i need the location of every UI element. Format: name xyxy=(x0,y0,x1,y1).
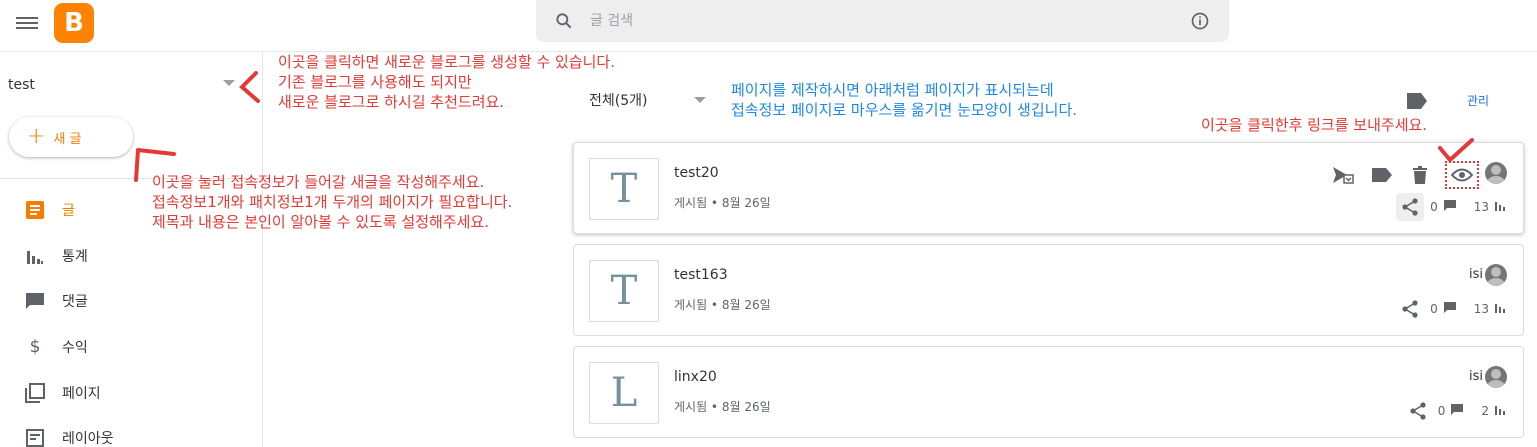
annotation-line: 페이지를 제작하시면 아래처럼 페이지가 표시되는데 xyxy=(731,81,1054,99)
comment-count: 0 xyxy=(1437,404,1446,418)
sidebar-item-comments[interactable]: 댓글 xyxy=(0,281,263,321)
sidebar-item-earnings[interactable]: $ 수익 xyxy=(0,327,263,367)
annotation-line: 기존 블로그를 사용해도 되지만 xyxy=(278,73,472,91)
post-stats: 0 13 xyxy=(1396,295,1507,323)
post-title[interactable]: test163 xyxy=(674,267,728,283)
blog-name: test xyxy=(8,77,35,93)
annotation-line: 접속정보1개와 패치정보1개 두개의 페이지가 필요합니다. xyxy=(152,193,513,211)
post-title[interactable]: test20 xyxy=(674,165,719,181)
stats-icon xyxy=(1495,200,1507,214)
sidebar-item-label: 댓글 xyxy=(62,294,88,310)
annotation-line: 접속정보 페이지로 마우스를 옮기면 눈모양이 생깁니다. xyxy=(731,101,1078,119)
post-item[interactable]: T test163 게시됨 • 8월 26일 isi 0 13 xyxy=(573,244,1524,336)
sidebar-item-label: 통계 xyxy=(62,249,88,265)
annotation-line: 제목과 내용은 본인이 알아볼 수 있도록 설정해주세요. xyxy=(152,213,489,231)
share-icon[interactable] xyxy=(1404,397,1432,425)
thumbnail-letter: T xyxy=(610,268,638,314)
post-thumbnail: L xyxy=(589,362,659,424)
post-thumbnail: T xyxy=(589,158,659,220)
checkmark-icon xyxy=(1438,138,1474,162)
label-icon[interactable] xyxy=(1369,162,1395,188)
top-bar: B xyxy=(0,0,1537,52)
comment-icon xyxy=(1443,302,1456,316)
post-thumbnail: T xyxy=(589,260,659,322)
post-meta: 게시됨 • 8월 26일 xyxy=(674,298,771,312)
sidebar-item-pages[interactable]: 페이지 xyxy=(0,373,263,413)
annotation-new-post: 이곳을 눌러 접속정보가 들어갈 새글을 작성해주세요. 접속정보1개와 패치정… xyxy=(152,172,512,232)
avatar[interactable] xyxy=(1485,366,1507,388)
view-count: 13 xyxy=(1473,302,1489,316)
stats-icon xyxy=(1495,302,1507,316)
share-icon[interactable] xyxy=(1396,193,1425,221)
blog-selector[interactable]: test xyxy=(8,74,248,96)
sidebar-item-layout[interactable]: 레이아웃 xyxy=(0,418,263,447)
logo-letter: B xyxy=(64,8,84,38)
thumbnail-letter: L xyxy=(610,370,638,416)
dollar-icon: $ xyxy=(29,337,41,357)
trash-icon[interactable] xyxy=(1407,162,1433,188)
stats-icon xyxy=(25,246,45,266)
annotation-line: 이곳을 클릭하면 새로운 블로그를 생성할 수 있습니다. xyxy=(278,53,615,71)
pages-icon xyxy=(25,383,45,403)
sidebar-item-stats[interactable]: 통계 xyxy=(0,236,263,276)
post-stats: 0 13 xyxy=(1396,193,1507,221)
thumbnail-letter: T xyxy=(610,166,638,212)
annotation-create-blog: 이곳을 클릭하면 새로운 블로그를 생성할 수 있습니다. 기존 블로그를 사용… xyxy=(278,52,615,112)
sidebar: test + 새 글 글 통계 댓글 $ 수익 페이지 레이아웃 xyxy=(0,52,263,447)
avatar[interactable] xyxy=(1485,264,1507,286)
comment-icon xyxy=(1451,404,1464,418)
post-item[interactable]: T test20 게시됨 • 8월 26일 0 13 xyxy=(573,142,1524,234)
manage-link[interactable]: 관리 xyxy=(1467,92,1489,109)
annotation-page-note: 페이지를 제작하시면 아래처럼 페이지가 표시되는데 접속정보 페이지로 마우스… xyxy=(731,80,1077,120)
chevron-down-icon xyxy=(223,80,235,86)
avatar[interactable] xyxy=(1485,162,1507,184)
plus-icon: + xyxy=(27,124,46,149)
post-meta: 게시됨 • 8월 26일 xyxy=(674,196,771,210)
chevron-down-icon xyxy=(694,97,706,103)
comment-icon xyxy=(25,291,45,311)
share-icon[interactable] xyxy=(1396,295,1424,323)
blogger-dashboard: B test + 새 글 글 통계 댓글 $ xyxy=(0,0,1537,447)
sidebar-item-label: 페이지 xyxy=(62,386,101,402)
revert-to-draft-icon[interactable] xyxy=(1331,162,1357,188)
label-icon[interactable] xyxy=(1407,93,1427,109)
post-title[interactable]: linx20 xyxy=(674,369,717,385)
post-item[interactable]: L linx20 게시됨 • 8월 26일 isi 0 2 xyxy=(573,346,1524,438)
view-count: 2 xyxy=(1481,404,1489,418)
comment-count: 0 xyxy=(1430,302,1438,316)
sidebar-item-label: 레이아웃 xyxy=(62,431,114,447)
new-post-label: 새 글 xyxy=(53,131,82,147)
post-meta: 게시됨 • 8월 26일 xyxy=(674,400,771,414)
post-author: isi xyxy=(1469,267,1483,282)
comment-icon xyxy=(1443,200,1456,214)
layout-icon xyxy=(25,428,45,447)
annotation-line: 새로운 블로그로 하시길 추천드려요. xyxy=(278,93,505,111)
blogger-logo[interactable]: B xyxy=(54,3,94,43)
annotation-arrow xyxy=(134,148,176,182)
hamburger-menu-icon[interactable] xyxy=(16,14,38,36)
search-icon[interactable] xyxy=(554,11,574,31)
sidebar-item-label: 글 xyxy=(62,203,75,219)
view-count: 13 xyxy=(1473,200,1489,214)
info-icon[interactable] xyxy=(1190,11,1210,31)
annotation-arrow xyxy=(239,71,260,103)
post-author: isi xyxy=(1469,369,1483,384)
search-bar xyxy=(536,0,1229,42)
stats-icon xyxy=(1495,404,1507,418)
annotation-click-link: 이곳을 클릭한후 링크를 보내주세요. xyxy=(1201,116,1428,134)
annotation-line: 이곳을 눌러 접속정보가 들어갈 새글을 작성해주세요. xyxy=(152,173,485,191)
post-stats: 0 2 xyxy=(1404,397,1507,425)
new-post-button[interactable]: + 새 글 xyxy=(9,117,133,157)
posts-icon xyxy=(25,200,45,220)
sidebar-item-label: 수익 xyxy=(62,340,88,356)
comment-count: 0 xyxy=(1430,200,1438,214)
search-input[interactable] xyxy=(590,10,1150,32)
